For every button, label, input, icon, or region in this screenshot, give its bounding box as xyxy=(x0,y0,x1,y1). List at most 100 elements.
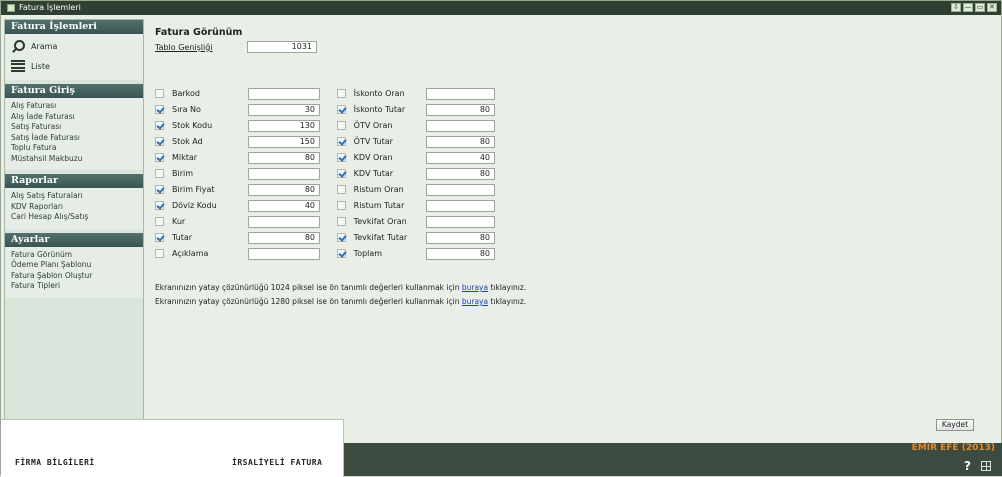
field-width-input[interactable]: 80 xyxy=(426,231,495,244)
field-checkbox[interactable] xyxy=(155,89,164,98)
field-width-input[interactable] xyxy=(426,87,495,100)
field-width-input[interactable] xyxy=(248,87,320,100)
field-checkbox[interactable] xyxy=(337,137,346,146)
preset-1280-link[interactable]: buraya xyxy=(462,297,488,306)
field-checkbox[interactable] xyxy=(155,121,164,130)
sidebar-item-fatura-tipleri[interactable]: Fatura Tipleri xyxy=(11,281,143,292)
field-label: Miktar xyxy=(172,153,198,162)
field-width-input[interactable] xyxy=(248,215,320,228)
field-label: Birim Fiyat xyxy=(172,185,215,194)
field-checkbox[interactable] xyxy=(155,169,164,178)
sidebar-item-cari-hesap[interactable]: Cari Hesap Alış/Satış xyxy=(11,212,143,223)
field-checkbox[interactable] xyxy=(337,233,346,242)
sidebar-item-alis-satis-faturalari[interactable]: Alış Satış Faturaları xyxy=(11,191,143,202)
sidebar-item-alis-faturasi[interactable]: Alış Faturası xyxy=(11,101,143,112)
download-icon[interactable]: ⇩ xyxy=(951,3,961,12)
field-label: Birim xyxy=(172,169,194,178)
save-button[interactable]: Kaydet xyxy=(936,419,974,431)
field-checkbox[interactable] xyxy=(155,233,164,242)
field-width-input[interactable]: 80 xyxy=(426,167,495,180)
invoice-preview: FİRMA BİLGİLERİ İRSALİYELİ FATURA xyxy=(1,419,344,477)
field-checkbox[interactable] xyxy=(155,249,164,258)
field-checkbox[interactable] xyxy=(337,105,346,114)
field-checkbox[interactable] xyxy=(337,217,346,226)
sidebar-item-odeme-plani-sablonu[interactable]: Ödeme Planı Şablonu xyxy=(11,260,143,271)
list-link[interactable]: Liste xyxy=(7,56,143,76)
sidebar-item-toplu-fatura[interactable]: Toplu Fatura xyxy=(11,143,143,154)
minimize-icon[interactable]: — xyxy=(963,3,973,12)
field-label: KDV Oran xyxy=(353,153,393,162)
field-row-ristum-tutar: Ristum Tutar xyxy=(337,199,495,212)
close-icon[interactable]: ✕ xyxy=(987,3,997,12)
grid-icon[interactable] xyxy=(981,461,991,471)
field-checkbox[interactable] xyxy=(337,153,346,162)
panel-header: Fatura Giriş xyxy=(5,84,143,98)
column-settings-grid: Barkod İskonto Oran Sıra No 30 İskonto Tutar… xyxy=(155,87,495,260)
field-width-input[interactable] xyxy=(248,247,320,260)
list-icon xyxy=(11,60,25,72)
field-checkbox[interactable] xyxy=(155,217,164,226)
field-width-input[interactable] xyxy=(248,167,320,180)
field-label: Toplam xyxy=(353,249,383,258)
panel-header: Raporlar xyxy=(5,174,143,188)
field-row-stok-ad: Stok Ad 150 xyxy=(155,135,337,148)
field-checkbox[interactable] xyxy=(337,201,346,210)
field-label: İskonto Oran xyxy=(353,89,405,98)
main-content: Fatura Görünüm Tablo Genişliği 1031 Bark… xyxy=(151,19,996,439)
sidebar-item-alis-iade-faturasi[interactable]: Alış İade Faturası xyxy=(11,112,143,123)
field-checkbox[interactable] xyxy=(155,153,164,162)
field-width-input[interactable]: 40 xyxy=(248,199,320,212)
field-row-miktar: Miktar 80 xyxy=(155,151,337,164)
field-row-tevkifat-tutar: Tevkifat Tutar 80 xyxy=(337,231,495,244)
app-icon xyxy=(7,4,15,12)
field-checkbox[interactable] xyxy=(337,169,346,178)
field-row-ristum-oran: Ristum Oran xyxy=(337,183,495,196)
sidebar-item-mustahsil-makbuzu[interactable]: Müstahsil Makbuzu xyxy=(11,154,143,165)
field-checkbox[interactable] xyxy=(337,89,346,98)
maximize-icon[interactable]: ▭ xyxy=(975,3,985,12)
field-width-input[interactable]: 80 xyxy=(426,247,495,260)
help-icon[interactable]: ? xyxy=(964,459,971,473)
field-width-input[interactable]: 80 xyxy=(426,103,495,116)
panel-ayarlar: Ayarlar Fatura Görünüm Ödeme Planı Şablo… xyxy=(5,232,143,298)
field-label: Sıra No xyxy=(172,105,201,114)
field-width-input[interactable]: 80 xyxy=(426,135,495,148)
field-width-input[interactable]: 80 xyxy=(248,231,320,244)
field-row-stok-kodu: Stok Kodu 130 xyxy=(155,119,337,132)
sidebar-item-fatura-gorunum[interactable]: Fatura Görünüm xyxy=(11,250,143,261)
field-width-input[interactable] xyxy=(426,215,495,228)
panel-raporlar: Raporlar Alış Satış Faturaları KDV Rapor… xyxy=(5,174,143,229)
field-width-input[interactable] xyxy=(426,199,495,212)
field-width-input[interactable]: 80 xyxy=(248,183,320,196)
sidebar-item-satis-faturasi[interactable]: Satış Faturası xyxy=(11,122,143,133)
field-label: Açıklama xyxy=(172,249,209,258)
panel-fatura-islemleri: Fatura İşlemleri Arama Liste xyxy=(5,20,143,80)
field-width-input[interactable] xyxy=(426,119,495,132)
preset-1024-link[interactable]: buraya xyxy=(462,283,488,292)
field-checkbox[interactable] xyxy=(155,105,164,114)
field-row-barkod: Barkod xyxy=(155,87,337,100)
field-checkbox[interactable] xyxy=(155,185,164,194)
field-checkbox[interactable] xyxy=(337,249,346,258)
field-width-input[interactable]: 130 xyxy=(248,119,320,132)
sidebar-item-satis-iade-faturasi[interactable]: Satış İade Faturası xyxy=(11,133,143,144)
field-checkbox[interactable] xyxy=(155,137,164,146)
field-label: Ristum Tutar xyxy=(353,201,405,210)
sidebar-item-fatura-sablon-olustur[interactable]: Fatura Şablon Oluştur xyxy=(11,271,143,282)
field-width-input[interactable]: 80 xyxy=(248,151,320,164)
field-label: ÖTV Tutar xyxy=(353,137,393,146)
field-row-i-skonto-oran: İskonto Oran xyxy=(337,87,495,100)
resolution-note-1024: Ekranınızın yatay çözünürlüğü 1024 pikse… xyxy=(155,283,526,292)
field-width-input[interactable]: 40 xyxy=(426,151,495,164)
field-width-input[interactable]: 150 xyxy=(248,135,320,148)
field-checkbox[interactable] xyxy=(155,201,164,210)
field-row-a-klama: Açıklama xyxy=(155,247,337,260)
field-checkbox[interactable] xyxy=(337,121,346,130)
search-link[interactable]: Arama xyxy=(7,36,143,56)
field-checkbox[interactable] xyxy=(337,185,346,194)
field-width-input[interactable]: 30 xyxy=(248,103,320,116)
sidebar-item-kdv-raporlari[interactable]: KDV Raporları xyxy=(11,202,143,213)
field-width-input[interactable] xyxy=(426,183,495,196)
table-width-input[interactable]: 1031 xyxy=(247,41,317,53)
field-row-tevkifat-oran: Tevkifat Oran xyxy=(337,215,495,228)
